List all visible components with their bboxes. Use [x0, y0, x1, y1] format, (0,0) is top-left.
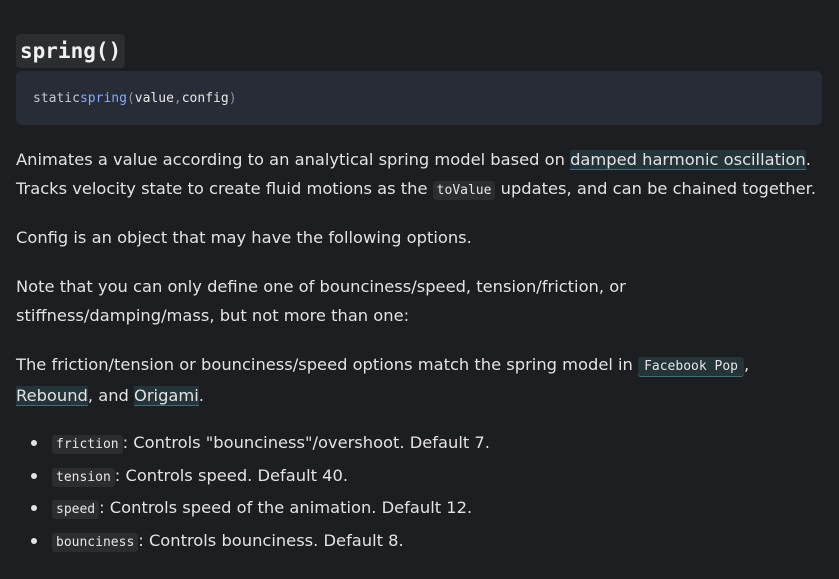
bullet-icon [31, 537, 37, 544]
static-keyword: static [33, 90, 80, 106]
description-paragraph: Animates a value according to an analyti… [16, 146, 826, 205]
option-code-bounciness: bounciness [52, 532, 139, 552]
tovalue-inline-code: toValue [432, 180, 496, 200]
signature-code-block: static spring(value, config) [16, 71, 822, 125]
list-item-tension: tension: Controls speed. Default 40. [16, 460, 826, 493]
damped-harmonic-oscillation-link[interactable]: damped harmonic oscillation [570, 150, 806, 170]
bullet-icon [31, 440, 37, 446]
option-code-tension: tension [52, 467, 115, 487]
option-desc-bounciness: : Controls bounciness. Default 8. [138, 530, 404, 550]
separator-1: , [743, 355, 750, 374]
option-desc-tension: : Controls speed. Default 40. [114, 465, 349, 485]
option-desc-friction: : Controls "bounciness"/overshoot. Defau… [122, 433, 490, 452]
description-text-3: updates, and can be chained together. [495, 178, 817, 198]
open-paren: ( [126, 90, 135, 106]
list-item-bounciness: bounciness: Controls bounciness. Default… [16, 525, 826, 558]
option-desc-speed: : Controls speed of the animation. Defau… [99, 498, 473, 517]
close-paren: ) [228, 90, 237, 106]
description-text-1: Animates a value according to an analyti… [16, 150, 571, 169]
bullet-icon [31, 472, 37, 479]
options-list: friction: Controls "bounciness"/overshoo… [16, 427, 826, 557]
rebound-link[interactable]: Rebound [16, 385, 88, 406]
function-name: spring [79, 90, 127, 106]
param-config: config [181, 90, 229, 106]
spring-model-paragraph: The friction/tension or bounciness/speed… [16, 351, 826, 410]
option-code-friction: friction [52, 435, 123, 454]
param-comma: , [173, 90, 182, 106]
option-code-speed: speed [52, 500, 100, 519]
note-paragraph: Note that you can only define one of bou… [16, 277, 626, 325]
method-title: spring() [16, 34, 126, 69]
bullet-icon [31, 505, 37, 511]
spring-model-text: The friction/tension or bounciness/speed… [16, 355, 639, 374]
origami-link[interactable]: Origami [134, 385, 199, 406]
separator-2: , and [87, 385, 135, 405]
list-item-speed: speed: Controls speed of the animation. … [16, 492, 826, 525]
period: . [198, 385, 204, 405]
param-value: value [134, 90, 174, 106]
doc-page: spring() static spring(value, config) An… [0, 0, 839, 579]
config-paragraph: Config is an object that may have the fo… [16, 228, 472, 247]
list-item-friction: friction: Controls "bounciness"/overshoo… [16, 427, 826, 460]
facebook-pop-link[interactable]: Facebook Pop [638, 357, 744, 377]
